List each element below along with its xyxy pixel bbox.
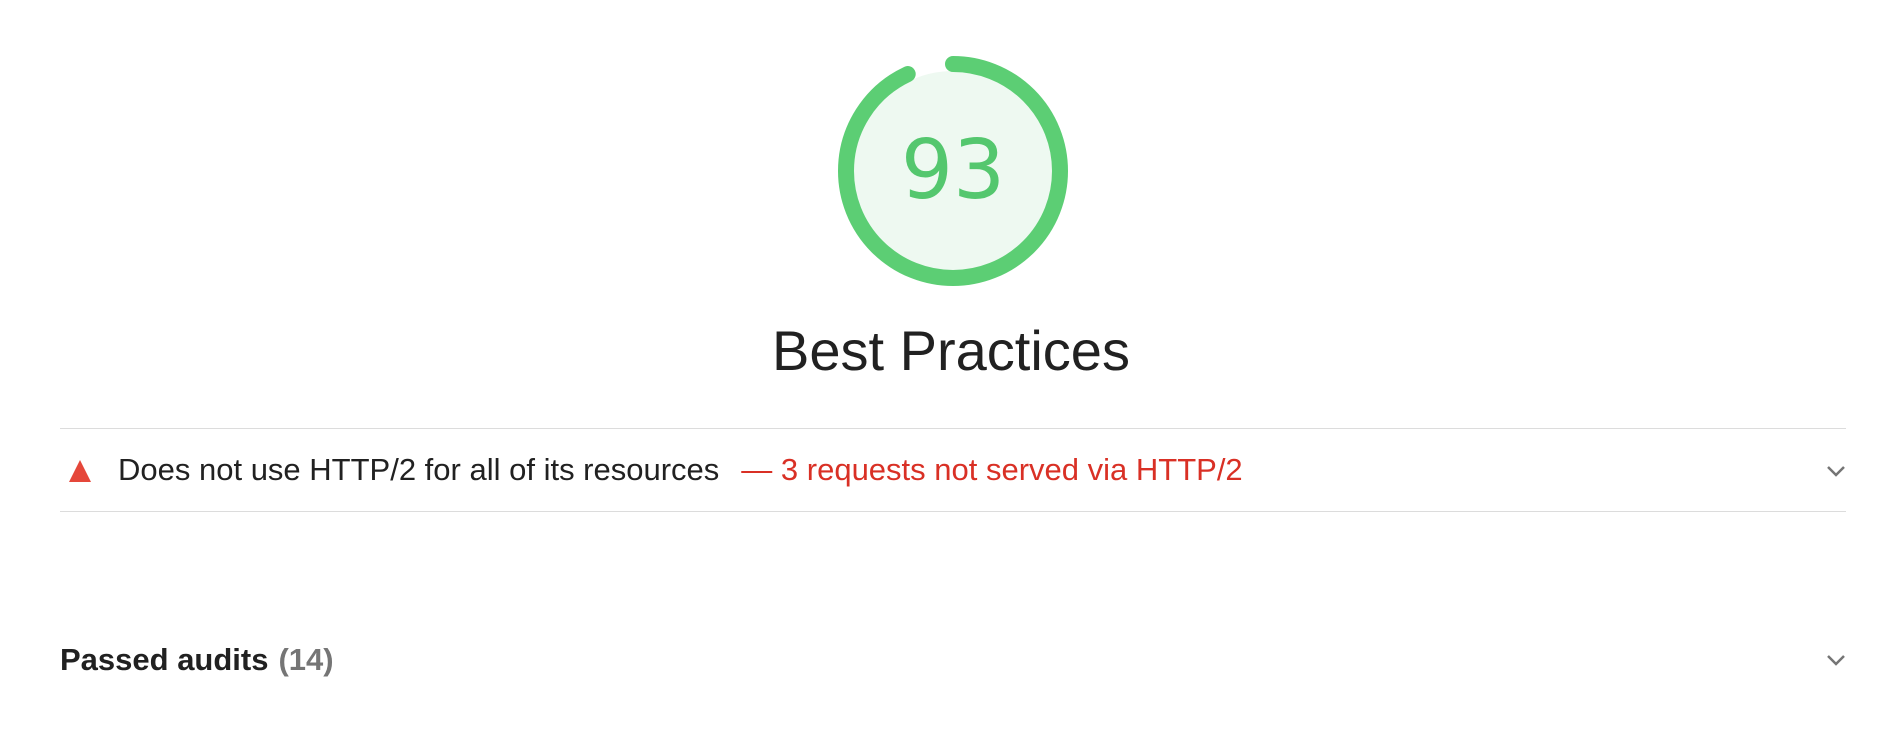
passed-audits-label: Passed audits (14) [60,630,334,690]
passed-audits-text: Passed audits [60,642,269,677]
chevron-down-icon[interactable] [1826,654,1846,666]
passed-audits-count: (14) [278,642,334,677]
audit-title: Does not use HTTP/2 for all of its resou… [118,429,1243,511]
audit-row-http2[interactable]: Does not use HTTP/2 for all of its resou… [60,428,1846,512]
warning-triangle-icon [69,460,91,482]
passed-audits-toggle[interactable]: Passed audits (14) [60,630,1846,690]
chevron-down-icon[interactable] [1826,465,1846,477]
score-value: 93 [900,123,1006,218]
audit-title-text: Does not use HTTP/2 for all of its resou… [118,452,720,487]
category-title: Best Practices [772,319,1130,382]
score-gauge: 93 [838,56,1068,286]
audit-display-value: — 3 requests not served via HTTP/2 [741,452,1243,487]
